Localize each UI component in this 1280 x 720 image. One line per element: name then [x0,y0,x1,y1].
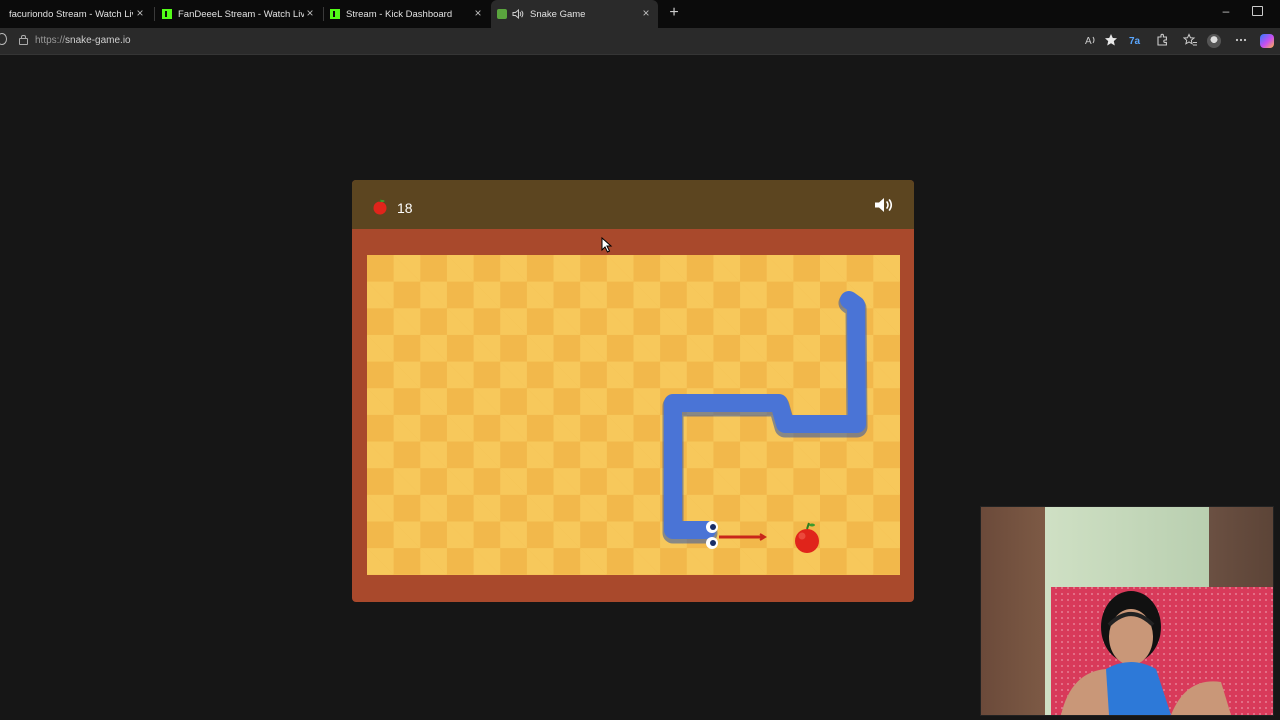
profile-icon[interactable] [1207,34,1221,48]
snake-pupil [710,540,716,546]
browser-toolbar: https://snake-game.io A 7a [0,28,1280,55]
more-icon[interactable] [1233,33,1249,49]
apple-food-icon [795,522,819,553]
read-aloud-icon[interactable]: A [1083,33,1099,49]
webcam-overlay [980,506,1274,716]
new-tab-button[interactable]: + [664,3,684,23]
tab-kick-dashboard[interactable]: Stream - Kick Dashboard × [324,0,490,28]
tab-fandeeel-stream[interactable]: FanDeeeL Stream - Watch Live on × [156,0,322,28]
sound-toggle-icon[interactable] [873,197,895,213]
snake-game-icon [497,9,507,19]
minimize-button[interactable]: – [1218,4,1234,22]
audio-playing-icon[interactable] [512,9,524,19]
restore-button[interactable] [1252,6,1263,16]
mouse-cursor-icon [601,237,613,253]
url-host: snake-game.io [65,35,131,46]
svg-text:7a: 7a [1129,36,1141,47]
kick-icon [330,9,340,19]
snake-pupil [710,524,716,530]
tab-snake-game[interactable]: Snake Game × [491,0,658,28]
translate-icon[interactable]: 7a [1128,33,1144,49]
game-header: 18 [352,180,914,229]
tab-title: facuriondo Stream - Watch Live o [9,8,133,20]
tab-title: FanDeeeL Stream - Watch Live on [178,8,304,20]
webcam-scene [1051,587,1273,715]
tab-title: Snake Game [530,8,586,20]
tab-strip: facuriondo Stream - Watch Live o × FanDe… [0,0,1280,28]
tab-facuriondo-stream[interactable]: facuriondo Stream - Watch Live o × [0,0,152,28]
url-protocol: https:// [35,35,66,46]
tab-title: Stream - Kick Dashboard [346,8,453,20]
close-tab-icon[interactable]: × [304,7,316,19]
tab-divider [154,7,155,21]
apple-score-icon [373,199,387,215]
lock-icon[interactable] [19,35,28,45]
close-tab-icon[interactable]: × [640,7,652,19]
favorites-icon[interactable] [1182,33,1198,49]
copilot-icon[interactable] [1260,34,1274,48]
close-tab-icon[interactable]: × [134,7,146,19]
kick-icon [162,9,172,19]
extensions-icon[interactable] [1154,33,1170,49]
snake-game-container: 18 [352,180,914,602]
favorite-star-icon[interactable] [1103,33,1119,49]
game-board-layer [662,291,868,553]
svg-text:A: A [1085,36,1092,47]
score-value: 18 [397,200,413,216]
address-bar[interactable]: https://snake-game.io [35,35,131,46]
game-board[interactable] [367,255,900,575]
reload-icon[interactable] [0,33,7,45]
close-tab-icon[interactable]: × [472,7,484,19]
